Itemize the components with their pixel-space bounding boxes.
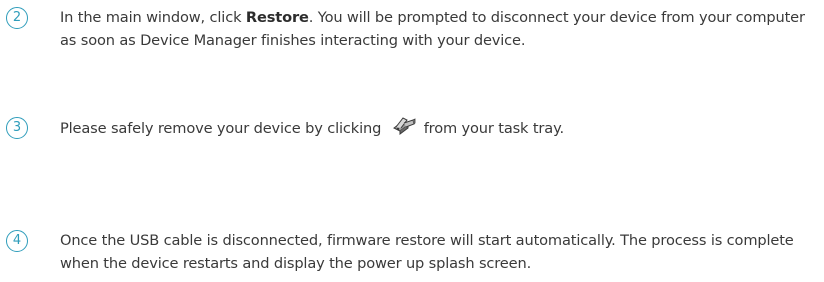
restore-label: Restore (245, 9, 309, 26)
step-text-after: from your task tray. (423, 120, 564, 137)
step-number: 4 (6, 230, 28, 252)
step-number: 2 (6, 7, 28, 29)
step-text-before: In the main window, click (60, 9, 246, 26)
step-number: 3 (6, 117, 28, 139)
step-text: Once the USB cable is disconnected, firm… (60, 232, 794, 272)
step-text-before: Please safely remove your device by clic… (60, 120, 386, 137)
step-text: Please safely remove your device by clic… (60, 116, 818, 140)
step-text: In the main window, click Restore. You w… (60, 6, 818, 52)
safely-remove-hardware-icon (392, 116, 416, 136)
